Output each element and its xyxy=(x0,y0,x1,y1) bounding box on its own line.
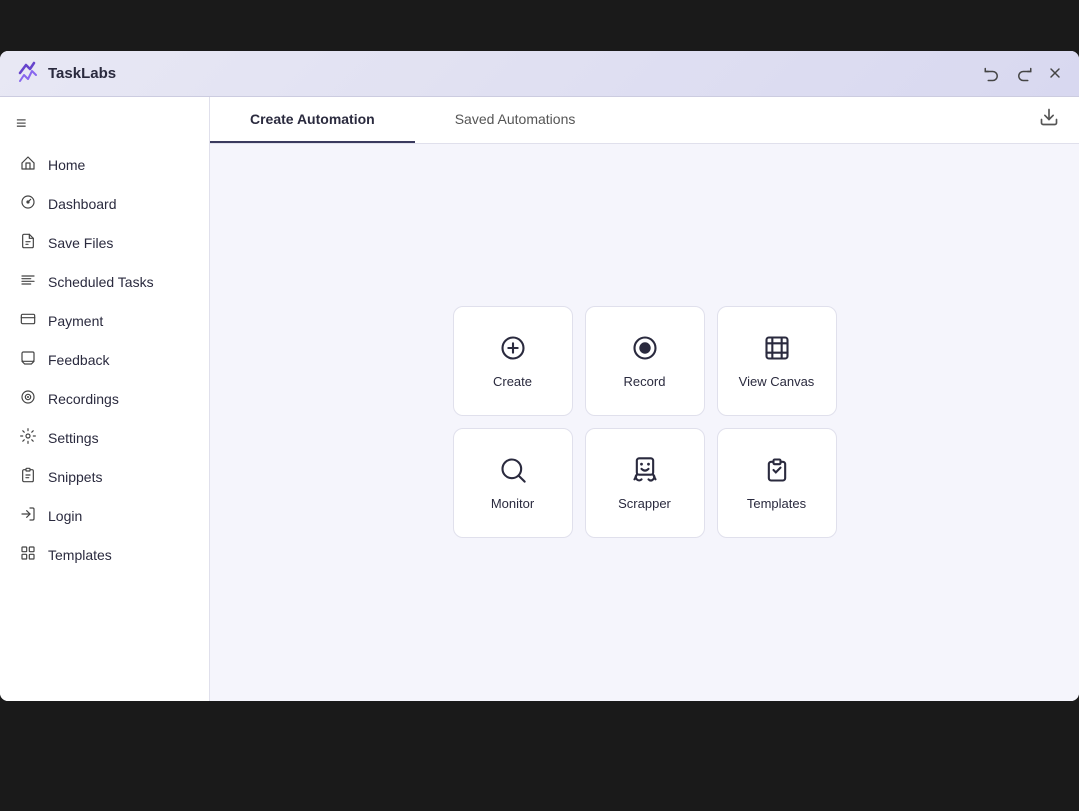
action-label-view-canvas: View Canvas xyxy=(739,374,815,389)
action-grid-area: Create Record xyxy=(210,144,1079,701)
tabs-bar: Create Automation Saved Automations xyxy=(210,97,1079,144)
titlebar: TaskLabs xyxy=(0,51,1079,97)
action-card-scrapper[interactable]: Scrapper xyxy=(585,428,705,538)
sidebar-item-settings[interactable]: Settings xyxy=(0,419,209,458)
recordings-icon xyxy=(18,389,38,410)
logo-icon xyxy=(16,61,40,85)
action-card-view-canvas[interactable]: View Canvas xyxy=(717,306,837,416)
action-label-create: Create xyxy=(493,374,532,389)
window-controls xyxy=(983,64,1063,82)
undo-button[interactable] xyxy=(983,64,1001,82)
sidebar-label-home: Home xyxy=(48,157,85,173)
sidebar-label-settings: Settings xyxy=(48,430,99,446)
main-content: Create Automation Saved Automations xyxy=(210,97,1079,701)
sidebar-item-templates[interactable]: Templates xyxy=(0,536,209,575)
canvas-icon xyxy=(763,334,791,366)
templates-icon xyxy=(18,545,38,566)
plus-circle-icon xyxy=(499,334,527,366)
sidebar-label-feedback: Feedback xyxy=(48,352,109,368)
action-card-create[interactable]: Create xyxy=(453,306,573,416)
action-label-record: Record xyxy=(624,374,666,389)
action-grid: Create Record xyxy=(453,306,837,538)
app-window: TaskLabs xyxy=(0,51,1079,701)
sidebar-label-payment: Payment xyxy=(48,313,103,329)
sidebar-item-payment[interactable]: Payment xyxy=(0,302,209,341)
action-card-monitor[interactable]: Monitor xyxy=(453,428,573,538)
sidebar: ≡ Home xyxy=(0,97,210,701)
action-card-record[interactable]: Record xyxy=(585,306,705,416)
record-icon xyxy=(631,334,659,366)
sidebar-label-save-files: Save Files xyxy=(48,235,113,251)
settings-icon xyxy=(18,428,38,449)
snippets-icon xyxy=(18,467,38,488)
app-logo: TaskLabs xyxy=(16,61,116,85)
download-button[interactable] xyxy=(1031,103,1067,136)
dashboard-icon xyxy=(18,194,38,215)
monitor-icon xyxy=(499,456,527,488)
close-button[interactable] xyxy=(1047,65,1063,81)
action-card-templates[interactable]: Templates xyxy=(717,428,837,538)
action-label-scrapper: Scrapper xyxy=(618,496,671,511)
tab-saved-automations[interactable]: Saved Automations xyxy=(415,97,616,143)
sidebar-label-recordings: Recordings xyxy=(48,391,119,407)
sidebar-label-login: Login xyxy=(48,508,82,524)
app-title: TaskLabs xyxy=(48,65,116,82)
login-icon xyxy=(18,506,38,527)
sidebar-item-login[interactable]: Login xyxy=(0,497,209,536)
action-label-monitor: Monitor xyxy=(491,496,534,511)
sidebar-item-save-files[interactable]: Save Files xyxy=(0,224,209,263)
sidebar-label-scheduled-tasks: Scheduled Tasks xyxy=(48,274,154,290)
sidebar-label-templates: Templates xyxy=(48,547,112,563)
payment-icon xyxy=(18,311,38,332)
action-label-templates: Templates xyxy=(747,496,806,511)
sidebar-item-home[interactable]: Home xyxy=(0,146,209,185)
sidebar-item-snippets[interactable]: Snippets xyxy=(0,458,209,497)
scheduled-tasks-icon xyxy=(18,272,38,293)
tab-create-automation[interactable]: Create Automation xyxy=(210,97,415,143)
templates-card-icon xyxy=(763,456,791,488)
sidebar-item-recordings[interactable]: Recordings xyxy=(0,380,209,419)
redo-button[interactable] xyxy=(1015,64,1033,82)
sidebar-item-scheduled-tasks[interactable]: Scheduled Tasks xyxy=(0,263,209,302)
sidebar-item-feedback[interactable]: Feedback xyxy=(0,341,209,380)
save-files-icon xyxy=(18,233,38,254)
home-icon xyxy=(18,155,38,176)
app-body: ≡ Home xyxy=(0,97,1079,701)
sidebar-label-dashboard: Dashboard xyxy=(48,196,117,212)
feedback-icon xyxy=(18,350,38,371)
sidebar-label-snippets: Snippets xyxy=(48,469,102,485)
scrapper-icon xyxy=(631,456,659,488)
sidebar-item-dashboard[interactable]: Dashboard xyxy=(0,185,209,224)
sidebar-menu-toggle[interactable]: ≡ xyxy=(0,105,209,146)
